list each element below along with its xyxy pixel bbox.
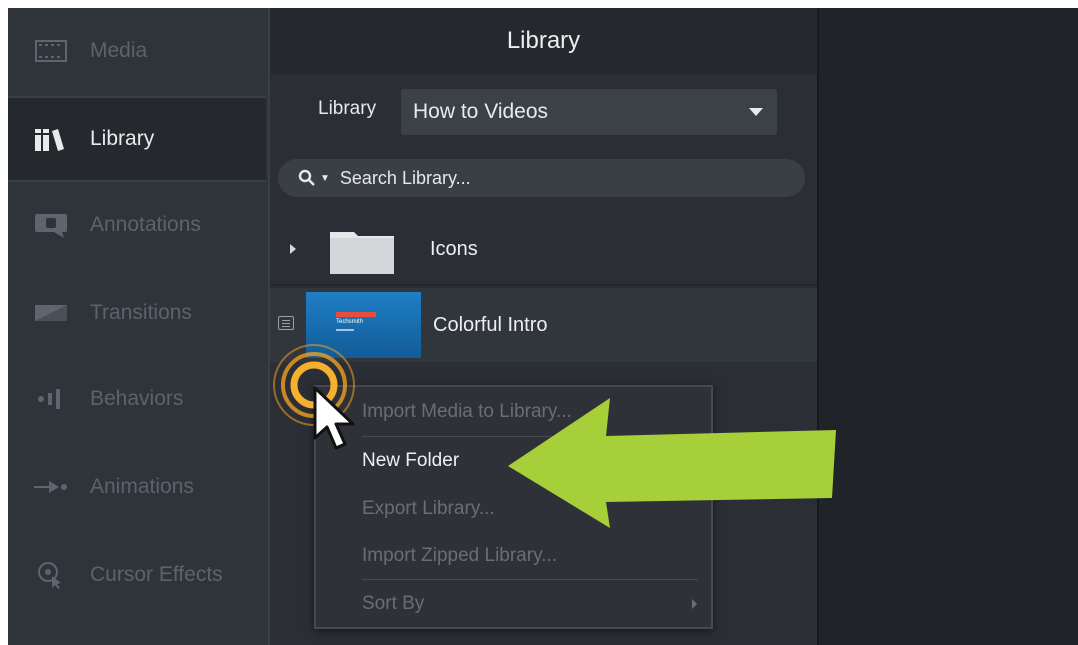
sidebar-item-animations[interactable]: Animations bbox=[8, 444, 266, 530]
library-selector-row: Library How to Videos bbox=[270, 74, 817, 156]
sidebar-item-media[interactable]: Media bbox=[8, 8, 266, 94]
submenu-arrow-icon bbox=[692, 599, 697, 609]
animation-arrow-icon bbox=[32, 472, 70, 502]
behaviors-icon bbox=[32, 384, 70, 414]
panel-title: Library bbox=[270, 8, 817, 74]
search-icon[interactable] bbox=[298, 169, 316, 187]
expand-arrow-icon[interactable] bbox=[290, 244, 296, 254]
search-placeholder: Search Library... bbox=[339, 167, 471, 188]
tools-sidebar: Media Library Annotations Transitions Be bbox=[8, 8, 270, 645]
library-item-label: Icons bbox=[430, 238, 478, 260]
library-label: Library bbox=[318, 98, 377, 119]
menu-item-sort-by[interactable]: Sort By bbox=[362, 593, 424, 615]
folder-icon bbox=[328, 226, 396, 281]
transition-icon bbox=[32, 298, 70, 328]
thumbnail-brand-text: Techsmith bbox=[336, 319, 364, 325]
menu-divider bbox=[362, 579, 698, 580]
preview-canvas bbox=[819, 8, 1078, 645]
sidebar-item-library[interactable]: Library bbox=[8, 96, 266, 182]
cursor-effects-icon bbox=[32, 560, 70, 590]
sidebar-item-annotations[interactable]: Annotations bbox=[8, 182, 266, 268]
app-window: Media Library Annotations Transitions Be bbox=[8, 8, 1078, 645]
search-input[interactable]: ▼ Search Library... bbox=[278, 159, 805, 197]
sidebar-item-behaviors[interactable]: Behaviors bbox=[8, 356, 266, 442]
sidebar-item-label: Behaviors bbox=[90, 387, 184, 410]
library-item-label: Colorful Intro bbox=[433, 314, 548, 336]
library-dropdown[interactable]: How to Videos bbox=[401, 89, 777, 135]
sidebar-item-label: Media bbox=[90, 39, 148, 62]
search-options-caret-icon[interactable]: ▼ bbox=[320, 173, 330, 184]
annotation-icon bbox=[32, 210, 70, 240]
callout-arrow-icon bbox=[508, 398, 836, 528]
sidebar-item-label: Annotations bbox=[90, 213, 201, 236]
sidebar-item-label: Transitions bbox=[90, 301, 192, 324]
library-folder-row[interactable]: Icons bbox=[270, 212, 817, 286]
books-icon bbox=[32, 124, 70, 154]
menu-item-new-folder[interactable]: New Folder bbox=[362, 450, 459, 472]
sidebar-item-label: Cursor Effects bbox=[90, 563, 223, 586]
film-icon bbox=[32, 36, 70, 66]
sidebar-item-label: Library bbox=[90, 127, 155, 150]
chevron-down-icon bbox=[749, 108, 763, 116]
sidebar-item-transitions[interactable]: Transitions bbox=[8, 270, 266, 356]
list-icon bbox=[278, 316, 294, 330]
mouse-pointer-icon bbox=[313, 386, 355, 450]
menu-item-export-library[interactable]: Export Library... bbox=[362, 498, 495, 520]
sidebar-item-cursor-effects[interactable]: Cursor Effects bbox=[8, 532, 266, 618]
sidebar-item-label: Animations bbox=[90, 475, 194, 498]
menu-item-import-zipped-library[interactable]: Import Zipped Library... bbox=[362, 545, 557, 567]
library-dropdown-value: How to Videos bbox=[413, 100, 549, 123]
